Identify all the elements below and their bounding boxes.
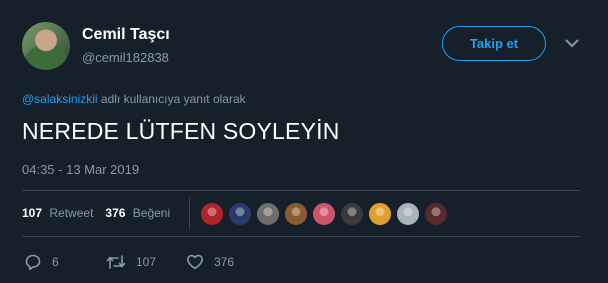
liker-avatar[interactable]	[396, 202, 420, 226]
liker-avatar[interactable]	[312, 202, 336, 226]
divider	[22, 236, 580, 237]
retweet-button[interactable]: 107	[106, 253, 186, 271]
like-count: 376	[105, 206, 126, 220]
author-display-name[interactable]: Cemil Taşcı	[82, 26, 170, 44]
like-action-count: 376	[214, 255, 235, 269]
retweet-count: 107	[22, 206, 43, 220]
liker-avatar[interactable]	[228, 202, 252, 226]
liker-avatar[interactable]	[284, 202, 308, 226]
tweet-text: NEREDE LÜTFEN SOYLEYİN	[22, 118, 340, 144]
heart-icon	[187, 254, 203, 270]
tweet-stats: 107 Retweet 376 Beğeni	[22, 206, 182, 220]
avatar[interactable]	[22, 22, 70, 70]
tweet-timestamp[interactable]: 04:35 - 13 Mar 2019	[22, 162, 139, 177]
like-count-link[interactable]: 376 Beğeni	[105, 206, 170, 220]
reply-context: @salaksinizkii adlı kullanıcıya yanıt ol…	[22, 92, 246, 106]
retweet-action-count: 107	[136, 255, 157, 269]
chevron-down-icon[interactable]	[565, 38, 579, 48]
tweet-actions: 6 107 376	[24, 253, 234, 271]
like-button[interactable]: 376	[186, 253, 234, 271]
like-count-label: Beğeni	[132, 206, 171, 220]
retweet-icon	[106, 255, 126, 269]
reply-count: 6	[52, 255, 59, 269]
reply-context-label: adlı kullanıcıya yanıt olarak	[100, 92, 246, 106]
liker-avatar[interactable]	[200, 202, 224, 226]
reply-button[interactable]: 6	[24, 253, 106, 271]
retweet-count-label: Retweet	[49, 206, 94, 220]
reply-icon	[25, 254, 41, 271]
author-handle[interactable]: @cemil182838	[82, 50, 169, 65]
stats-separator	[189, 198, 190, 230]
liker-avatar[interactable]	[256, 202, 280, 226]
divider	[22, 190, 580, 191]
liker-avatar[interactable]	[368, 202, 392, 226]
follow-button[interactable]: Takip et	[442, 26, 546, 61]
liker-avatar[interactable]	[340, 202, 364, 226]
reply-mention-link[interactable]: @salaksinizkii	[22, 92, 98, 106]
liker-avatars	[200, 202, 452, 226]
liker-avatar[interactable]	[424, 202, 448, 226]
retweet-count-link[interactable]: 107 Retweet	[22, 206, 93, 220]
